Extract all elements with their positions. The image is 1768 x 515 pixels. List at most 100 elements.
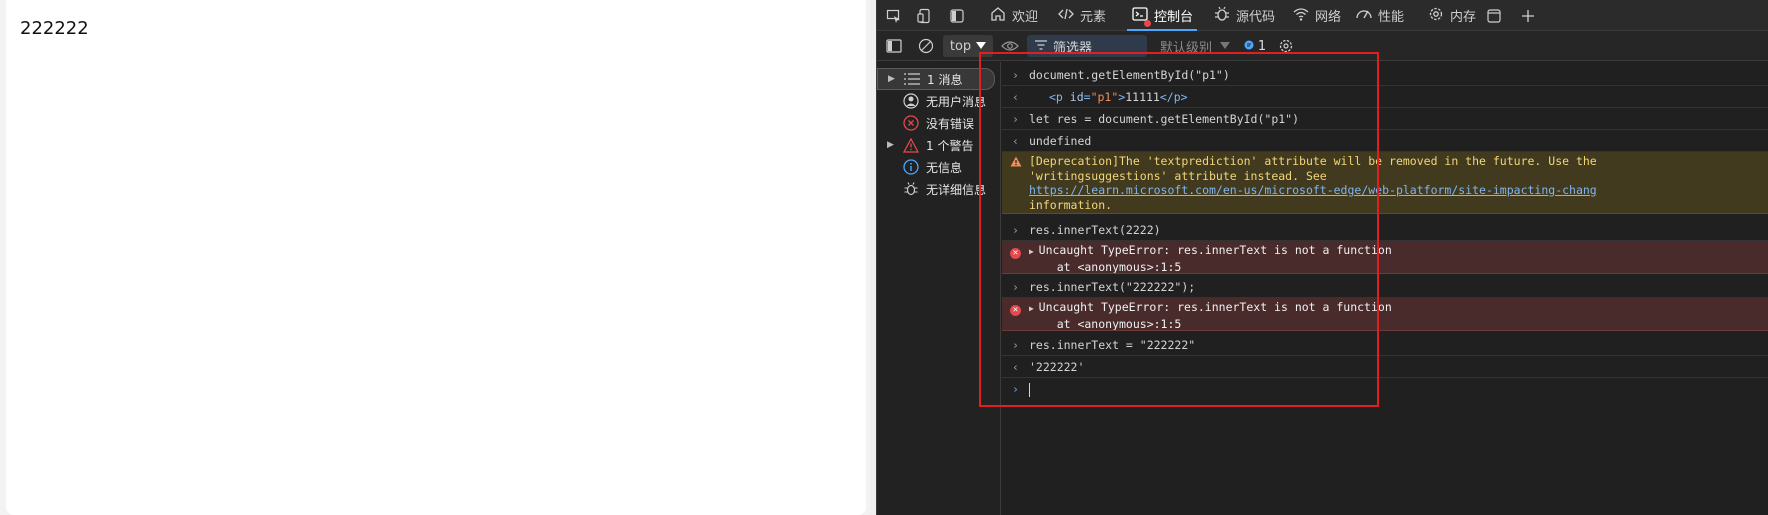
expand-arrow-icon[interactable]: ▶ <box>888 74 895 84</box>
console-code: let res = document.getElementById("p1") <box>1029 112 1300 126</box>
issues-counter[interactable]: 1 <box>1241 35 1269 57</box>
text-caret <box>1029 383 1030 397</box>
expand-arrow-icon[interactable]: ▶ <box>1029 304 1039 313</box>
inspect-element-icon[interactable] <box>883 5 905 27</box>
console-warning-row: [Deprecation]The 'textprediction' attrib… <box>1002 152 1768 214</box>
tab-performance[interactable]: 性能 <box>1355 0 1404 31</box>
console-input-row: › res.innerText("222222"); <box>1002 276 1768 298</box>
sidebar-item-label: 无信息 <box>926 160 963 175</box>
warning-text: information. <box>1029 197 1113 212</box>
list-icon <box>903 70 921 88</box>
code-icon <box>1057 5 1075 27</box>
sidebar-item-verbose[interactable]: 无详细信息 <box>877 178 1001 200</box>
dock-side-icon[interactable] <box>946 5 968 27</box>
console-result: undefined <box>1029 134 1092 148</box>
sidebar-item-label: 无用户消息 <box>926 94 987 109</box>
page-paragraph: 222222 <box>20 18 89 39</box>
user-icon <box>902 92 920 110</box>
context-select[interactable]: top <box>943 35 993 57</box>
output-arrow-icon: ‹ <box>1012 90 1019 104</box>
home-icon <box>989 5 1007 27</box>
toggle-sidebar-icon[interactable] <box>883 35 905 57</box>
device-emulation-icon[interactable] <box>914 5 936 27</box>
prompt-input[interactable] <box>1029 378 1030 400</box>
tab-label: 源代码 <box>1236 10 1276 25</box>
bug-icon <box>902 180 920 198</box>
context-label: top <box>949 38 972 54</box>
tab-elements[interactable]: 元素 <box>1057 0 1106 31</box>
warning-icon <box>902 136 920 154</box>
sidebar-item-label: 1 消息 <box>927 72 963 87</box>
console-result-row: ‹ '222222' <box>1002 356 1768 378</box>
page-viewport: 222222 <box>0 0 870 515</box>
element-node[interactable]: <p id="p1">11111</p> <box>1029 86 1188 107</box>
tab-network[interactable]: 网络 <box>1292 0 1341 31</box>
console-code: res.innerText(2222) <box>1029 223 1161 237</box>
tab-label: 元素 <box>1080 10 1107 25</box>
console-input-row: › res.innerText(2222) <box>1002 219 1768 241</box>
gear-icon <box>1427 5 1445 27</box>
tab-label: 内存 <box>1450 10 1477 25</box>
page-body: 222222 <box>6 0 866 515</box>
sidebar-item-label: 无详细信息 <box>926 182 987 197</box>
console-input-row: › document.getElementById("p1") <box>1002 64 1768 86</box>
console-prompt[interactable]: › <box>1002 378 1768 400</box>
console-settings-gear-icon[interactable] <box>1275 35 1297 57</box>
console-result-row[interactable]: ‹ <p id="p1">11111</p> <box>1002 86 1768 108</box>
console-result: '222222' <box>1029 360 1085 374</box>
expand-arrow-icon[interactable]: ▶ <box>1029 247 1039 256</box>
output-arrow-icon: ‹ <box>1012 134 1019 148</box>
tab-sources[interactable]: 源代码 <box>1213 0 1275 31</box>
output-arrow-icon: ‹ <box>1012 360 1019 374</box>
live-expression-eye-icon[interactable] <box>999 35 1021 57</box>
log-level-select[interactable]: 默认级别 <box>1153 35 1237 57</box>
console-error-row[interactable]: ✕ ▶ Uncaught TypeError: res.innerText is… <box>1002 241 1768 274</box>
error-icon <box>902 114 920 132</box>
input-chevron-icon: › <box>1012 68 1019 82</box>
sidebar-item-messages[interactable]: ▶ 1 消息 <box>877 68 995 90</box>
error-stack: at <anonymous>:1:5 <box>1029 316 1182 331</box>
sidebar-item-label: 没有错误 <box>926 116 975 131</box>
console-code: res.innerText = "222222" <box>1029 338 1196 352</box>
issues-count-label: 1 <box>1257 38 1267 54</box>
add-tab-icon[interactable] <box>1517 5 1539 27</box>
sidebar-item-user-messages[interactable]: 无用户消息 <box>877 90 1001 112</box>
tab-label: 网络 <box>1315 10 1342 25</box>
devtools-panel: 欢迎 元素 控制台 源代码 网络 性能 内存 top 筛选器 默认级别 1 ▶ … <box>876 0 1768 515</box>
input-chevron-icon: › <box>1012 112 1019 126</box>
sidebar-item-errors[interactable]: 没有错误 <box>877 112 1001 134</box>
error-stack: at <anonymous>:1:5 <box>1029 259 1182 274</box>
more-tools-icon[interactable] <box>1483 5 1505 27</box>
warning-icon <box>1002 154 1029 171</box>
console-result-row: ‹ undefined <box>1002 130 1768 152</box>
dropdown-arrow-icon <box>1220 39 1230 54</box>
input-chevron-icon: › <box>1012 223 1019 237</box>
tab-memory[interactable]: 内存 <box>1427 0 1476 31</box>
sidebar-item-info[interactable]: 无信息 <box>877 156 1001 178</box>
filter-placeholder: 筛选器 <box>1053 40 1093 56</box>
devtools-tabbar: 欢迎 元素 控制台 源代码 网络 性能 内存 <box>877 0 1768 31</box>
tab-console[interactable]: 控制台 <box>1127 0 1198 31</box>
filter-input[interactable]: 筛选器 <box>1027 35 1147 57</box>
warning-doc-link[interactable]: https://learn.microsoft.com/en-us/micros… <box>1029 183 1597 198</box>
warning-text: 'writingsuggestions' attribute instead. … <box>1029 168 1327 183</box>
error-message: Uncaught TypeError: res.innerText is not… <box>1038 300 1392 314</box>
tab-label: 控制台 <box>1154 10 1194 25</box>
dropdown-arrow-icon <box>976 39 987 54</box>
sidebar-item-warnings[interactable]: ▶ 1 个警告 <box>877 134 1001 156</box>
prompt-chevron-icon: › <box>1012 382 1019 396</box>
console-sidebar: ▶ 1 消息 无用户消息 没有错误 ▶ 1 个警告 无信息 无详细信息 <box>877 62 1001 515</box>
wifi-icon <box>1292 5 1310 27</box>
tab-label: 欢迎 <box>1012 10 1039 25</box>
error-message: Uncaught TypeError: res.innerText is not… <box>1038 243 1392 257</box>
console-icon <box>1131 5 1151 27</box>
console-error-row[interactable]: ✕ ▶ Uncaught TypeError: res.innerText is… <box>1002 298 1768 331</box>
console-toolbar: top 筛选器 默认级别 1 <box>877 31 1768 61</box>
tab-welcome[interactable]: 欢迎 <box>989 0 1038 31</box>
console-output[interactable]: › document.getElementById("p1") ‹ <p id=… <box>1002 62 1768 515</box>
level-label: 默认级别 <box>1159 40 1212 56</box>
input-chevron-icon: › <box>1012 338 1019 352</box>
clear-console-icon[interactable] <box>915 35 937 57</box>
expand-arrow-icon[interactable]: ▶ <box>887 140 894 150</box>
bug-icon <box>1213 5 1231 27</box>
